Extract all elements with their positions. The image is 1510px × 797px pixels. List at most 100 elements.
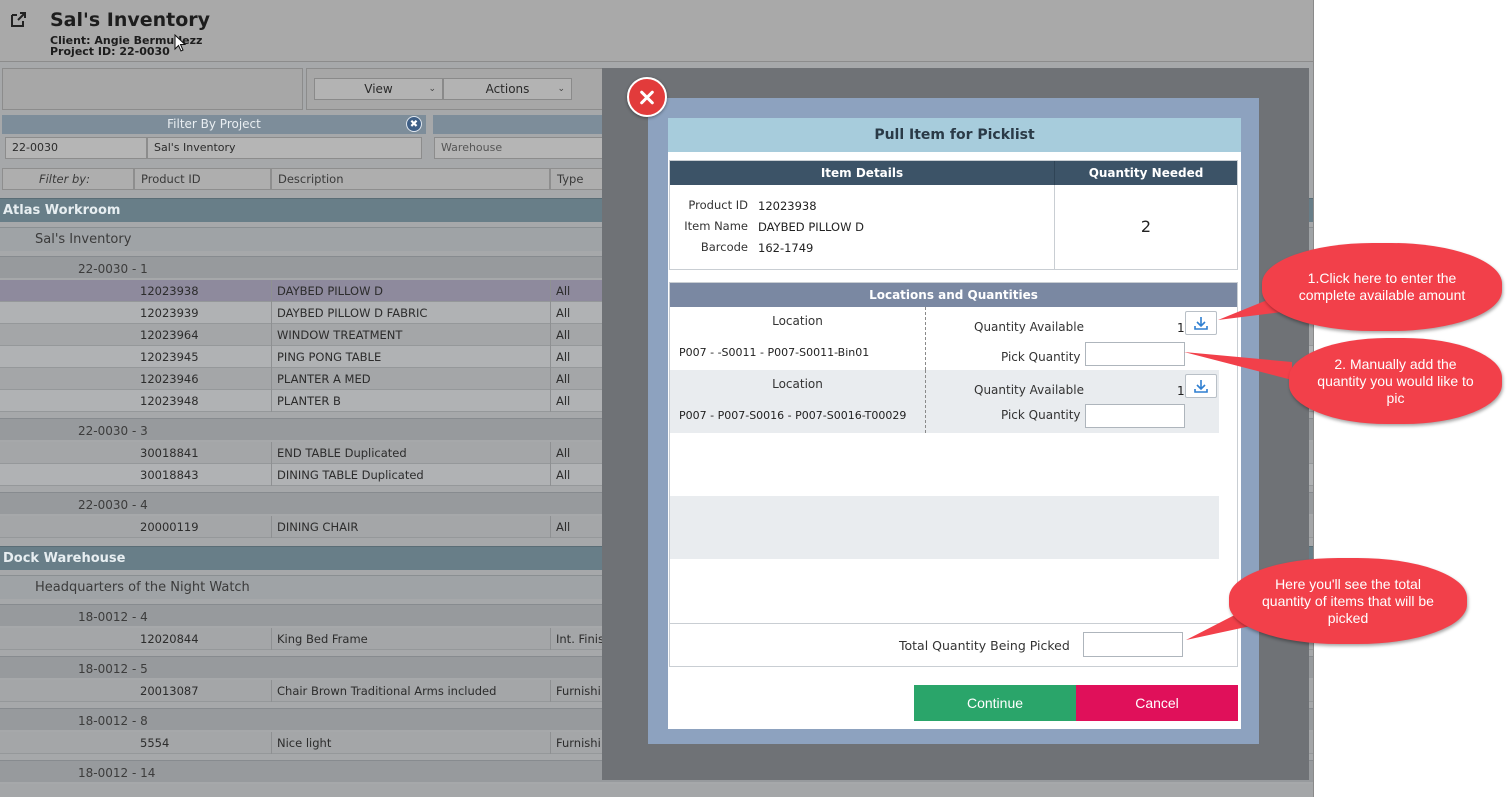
column-header-product-id[interactable]: Product ID — [134, 168, 271, 190]
fill-available-button[interactable] — [1185, 311, 1217, 335]
toolbar-left-panel — [2, 68, 303, 110]
location-value: P007 - P007-S0016 - P007-S0016-T00029 — [679, 409, 907, 422]
view-label: View — [364, 82, 393, 96]
cell-description: END TABLE Duplicated — [277, 446, 407, 460]
cell-type: Furnishi — [556, 684, 601, 698]
project-name-field[interactable]: Sal's Inventory — [147, 137, 422, 159]
item-details-header: Item Details — [670, 161, 1054, 185]
cell-type: All — [556, 468, 571, 482]
cell-product-id: 30018843 — [140, 468, 199, 482]
cell-description: DINING CHAIR — [277, 520, 359, 534]
view-dropdown[interactable]: View ⌄ — [314, 78, 443, 100]
cell-type: All — [556, 394, 571, 408]
filter-header-secondary — [433, 115, 613, 134]
quantity-needed-value: 2 — [1054, 185, 1237, 269]
total-quantity-row: Total Quantity Being Picked — [669, 623, 1238, 667]
cell-description: DAYBED PILLOW D FABRIC — [277, 306, 428, 320]
barcode-label: Barcode — [700, 240, 748, 254]
cell-description: Nice light — [277, 736, 332, 750]
total-quantity-input[interactable] — [1083, 632, 1183, 657]
cell-product-id: 12023938 — [140, 284, 199, 298]
toolbar: View ⌄ Actions ⌄ — [306, 68, 606, 110]
pick-quantity-input[interactable] — [1085, 342, 1185, 366]
cancel-button[interactable]: Cancel — [1076, 685, 1238, 721]
filter-by-label: Filter by: — [2, 168, 134, 190]
table-row[interactable] — [0, 784, 1313, 797]
callout-total-quantity: Here you'll see the total quantity of it… — [1229, 558, 1467, 644]
modal-title: Pull Item for Picklist — [668, 118, 1241, 152]
cell-product-id: 5554 — [140, 736, 170, 750]
page-title: Sal's Inventory — [50, 9, 211, 31]
project-code-field[interactable]: 22-0030 — [5, 137, 147, 159]
pick-quantity-label: Pick Quantity — [1001, 350, 1081, 364]
location-value: P007 - -S0011 - P007-S0011-Bin01 — [679, 346, 870, 359]
cell-type: Int. Finis — [556, 632, 604, 646]
cell-type: Furnishi — [556, 736, 601, 750]
cell-type: All — [556, 328, 571, 342]
clear-filter-icon[interactable]: ✖ — [406, 116, 422, 132]
location-label: Location — [772, 314, 823, 328]
cell-description: PLANTER A MED — [277, 372, 371, 386]
cell-description: PLANTER B — [277, 394, 341, 408]
location-label: Location — [772, 377, 823, 391]
chevron-down-icon: ⌄ — [428, 84, 436, 94]
pull-item-modal: Pull Item for Picklist Item Details Quan… — [668, 118, 1241, 729]
pick-quantity-input[interactable] — [1085, 404, 1185, 428]
item-name-label: Item Name — [684, 219, 748, 233]
external-link-icon[interactable] — [9, 11, 27, 29]
barcode-value: 162-1749 — [758, 241, 814, 255]
cell-description: King Bed Frame — [277, 632, 368, 646]
quantity-available-label: Quantity Available — [974, 320, 1084, 334]
continue-button[interactable]: Continue — [914, 685, 1076, 721]
callout-pick-quantity: 2. Manually add the quantity you would l… — [1289, 338, 1502, 424]
filter-by-project-header: Filter By Project — [2, 115, 426, 134]
total-quantity-label: Total Quantity Being Picked — [899, 638, 1070, 653]
cell-description: PING PONG TABLE — [277, 350, 382, 364]
cell-type: All — [556, 372, 571, 386]
empty-row — [670, 433, 1219, 496]
cell-type: All — [556, 306, 571, 320]
product-id-value: 12023938 — [758, 199, 817, 213]
cell-type: All — [556, 350, 571, 364]
cell-product-id: 12023939 — [140, 306, 199, 320]
cell-type: All — [556, 446, 571, 460]
cell-product-id: 12023945 — [140, 350, 199, 364]
cell-product-id: 20000119 — [140, 520, 199, 534]
quantity-available-value: 1 — [1177, 321, 1185, 335]
project-id: Project ID: 22-0030 — [50, 45, 170, 58]
callout-fill-available: 1.Click here to enter the complete avail… — [1262, 243, 1502, 331]
column-divider — [925, 307, 926, 370]
close-icon[interactable] — [627, 77, 667, 117]
locations-section: Locations and Quantities Location P007 -… — [669, 282, 1238, 667]
quantity-available-label: Quantity Available — [974, 383, 1084, 397]
locations-header: Locations and Quantities — [670, 283, 1237, 307]
cell-type: All — [556, 520, 571, 534]
cell-product-id: 12023964 — [140, 328, 199, 342]
item-name-value: DAYBED PILLOW D — [758, 220, 864, 234]
location-row: Location P007 - P007-S0016 - P007-S0016-… — [670, 370, 1219, 433]
chevron-down-icon: ⌄ — [557, 84, 565, 94]
cell-description: Chair Brown Traditional Arms included — [277, 684, 497, 698]
cell-description: DINING TABLE Duplicated — [277, 468, 424, 482]
quantity-needed-header: Quantity Needed — [1054, 161, 1237, 185]
actions-label: Actions — [485, 82, 530, 96]
column-divider — [925, 370, 926, 433]
location-row: Location P007 - -S0011 - P007-S0011-Bin0… — [670, 307, 1219, 370]
cell-description: WINDOW TREATMENT — [277, 328, 403, 342]
quantity-available-value: 1 — [1177, 384, 1185, 398]
actions-dropdown[interactable]: Actions ⌄ — [443, 78, 572, 100]
cell-product-id: 12023948 — [140, 394, 199, 408]
download-icon — [1194, 317, 1208, 330]
cell-description: DAYBED PILLOW D — [277, 284, 383, 298]
callout-pointer — [1184, 352, 1292, 380]
empty-row — [670, 559, 1219, 622]
cell-product-id: 12023946 — [140, 372, 199, 386]
cell-product-id: 30018841 — [140, 446, 199, 460]
empty-row — [670, 496, 1219, 559]
product-id-label: Product ID — [688, 198, 748, 212]
item-details-section: Item Details Quantity Needed Product ID … — [669, 160, 1238, 270]
app-header: Sal's Inventory Client: Angie Bermudezz … — [0, 0, 1313, 62]
pick-quantity-label: Pick Quantity — [1001, 408, 1081, 422]
column-header-description[interactable]: Description — [271, 168, 550, 190]
warehouse-filter-field[interactable]: Warehouse — [434, 137, 614, 159]
